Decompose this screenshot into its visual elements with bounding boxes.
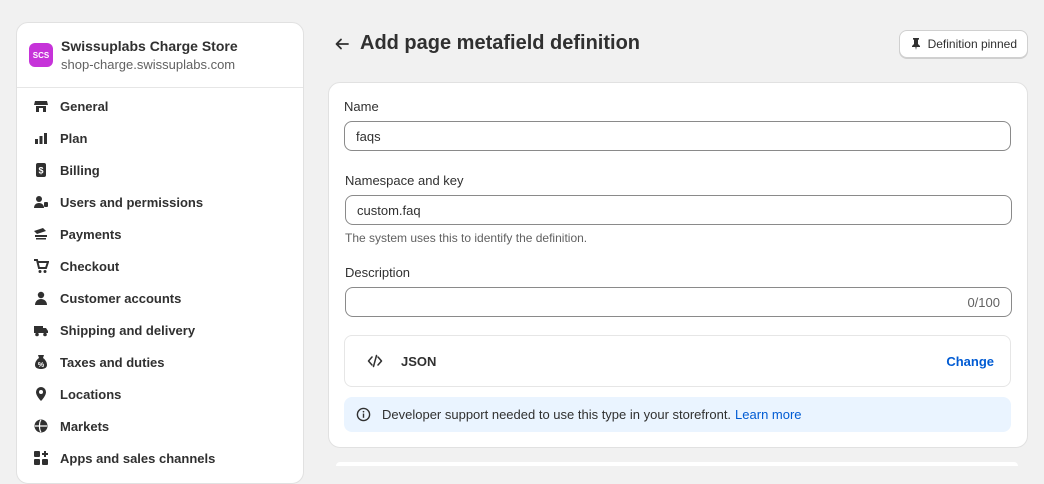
info-icon [356,407,371,422]
name-field[interactable]: faqs [344,121,1011,151]
sidebar-item-checkout[interactable]: Checkout [17,250,303,282]
sidebar-item-plan[interactable]: Plan [17,122,303,154]
sidebar-item-label: Plan [60,130,88,146]
pin-icon [911,38,920,50]
learn-more-link[interactable]: Learn more [735,407,801,422]
type-selector: JSON Change [344,335,1011,387]
sidebar-item-label: Billing [60,162,100,178]
definition-form-card: Name faqs Namespace and key custom.faq T… [328,82,1028,448]
sidebar-item-label: Apps and sales channels [60,450,216,466]
globe-icon [33,418,49,434]
store-avatar: SCS [29,43,53,67]
character-count: 0/100 [967,294,1000,310]
namespace-key-field[interactable]: custom.faq [345,195,1012,225]
settings-sidebar: SCS Swissuplabs Charge Store shop-charge… [16,22,304,484]
sidebar-item-label: Users and permissions [60,194,204,210]
payments-icon [33,226,49,242]
settings-nav: General Plan $ Billing Users and permiss… [17,88,303,476]
page-title: Add page metafield definition [360,32,641,54]
back-arrow-icon[interactable] [334,36,350,52]
sidebar-item-shipping[interactable]: Shipping and delivery [17,314,303,346]
svg-text:$: $ [38,166,43,176]
sidebar-item-users[interactable]: Users and permissions [17,186,303,218]
code-icon [367,354,383,368]
page-header: Add page metafield definition Definition… [330,26,1028,62]
description-field[interactable]: 0/100 [345,287,1012,317]
sidebar-item-taxes[interactable]: % Taxes and duties [17,346,303,378]
person-icon [33,290,49,306]
sidebar-item-label: Taxes and duties [60,354,165,370]
namespace-label: Namespace and key [345,173,464,188]
type-name: JSON [401,353,437,369]
sidebar-item-label: Checkout [60,258,120,274]
store-header[interactable]: SCS Swissuplabs Charge Store shop-charge… [17,23,303,88]
developer-support-banner: Developer support needed to use this typ… [344,397,1011,432]
sidebar-item-label: Shipping and delivery [60,322,196,338]
tax-icon: % [33,354,49,370]
sidebar-item-general[interactable]: General [17,90,303,122]
sidebar-item-payments[interactable]: Payments [17,218,303,250]
name-label: Name [344,99,379,114]
pin-button-label: Definition pinned [927,37,1017,51]
sidebar-item-locations[interactable]: Locations [17,378,303,410]
next-card-edge [336,462,1018,466]
sidebar-item-markets[interactable]: Markets [17,410,303,442]
sidebar-item-customer-accounts[interactable]: Customer accounts [17,282,303,314]
banner-text: Developer support needed to use this typ… [382,407,732,422]
store-icon [33,98,49,114]
sidebar-item-label: Customer accounts [60,290,182,306]
sidebar-item-label: Locations [60,386,122,402]
svg-text:%: % [38,362,45,369]
sidebar-item-billing[interactable]: $ Billing [17,154,303,186]
sidebar-item-label: Markets [60,418,110,434]
namespace-field-value: custom.faq [357,202,421,218]
apps-icon [33,450,49,466]
sidebar-item-label: General [60,98,109,114]
name-field-value: faqs [356,128,381,144]
users-icon [33,194,49,210]
sidebar-item-label: Payments [60,226,122,242]
store-domain: shop-charge.swissuplabs.com [61,57,236,72]
plan-icon [33,130,49,146]
location-icon [33,386,49,402]
description-label: Description [345,265,411,280]
definition-pinned-button[interactable]: Definition pinned [898,30,1028,58]
namespace-help-text: The system uses this to identify the def… [345,231,588,245]
billing-icon: $ [33,162,49,178]
truck-icon [33,322,49,338]
change-type-link[interactable]: Change [946,354,994,369]
sidebar-item-apps[interactable]: Apps and sales channels [17,442,303,474]
store-name: Swissuplabs Charge Store [61,38,238,54]
cart-icon [33,258,49,274]
